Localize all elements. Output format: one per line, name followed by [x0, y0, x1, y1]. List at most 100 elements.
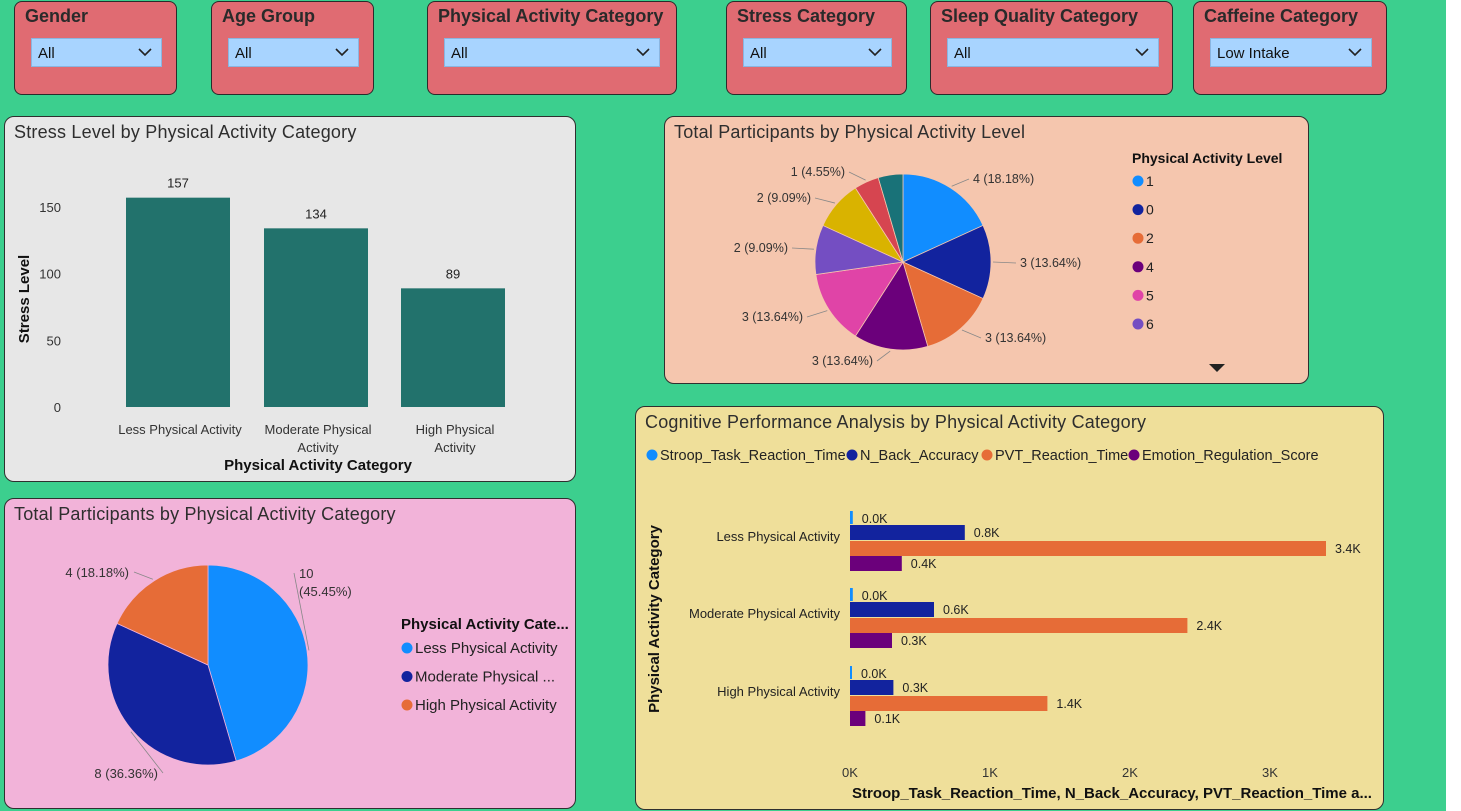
leader-line [992, 261, 1017, 264]
cognitive-chart-panel[interactable]: Cognitive Performance Analysis by Physic… [635, 406, 1384, 810]
window-edge [1446, 0, 1461, 811]
stress-level-chart: 0 50 100 150 157 Less Physical Activity 134 Mod… [16, 176, 505, 474]
pie-data-label: 2 (9.09%) [734, 241, 788, 255]
stress-level-chart-panel[interactable]: Stress Level by Physical Activity Catego… [4, 116, 576, 482]
x-axis-title: Stroop_Task_Reaction_Time, N_Back_Accura… [852, 785, 1372, 802]
legend-label: Emotion_Regulation_Score [1142, 448, 1319, 464]
pie-data-label: 10 [299, 566, 313, 581]
legend-marker [401, 699, 413, 711]
bar-data-label: 3.4K [1335, 542, 1361, 556]
caffeine-category-dropdown[interactable]: Low Intake [1210, 38, 1372, 67]
bar-data-label: 0.1K [874, 712, 900, 726]
bar [850, 618, 1188, 633]
bar-data-label: 89 [446, 266, 460, 281]
gender-dropdown-value: All [38, 45, 55, 62]
x-tick-label: Activity [297, 440, 339, 455]
activity-level-pie-chart: 4 (18.18%) 3 (13.64%) 3 (13.64%) 3 (13.64%)… [734, 150, 1282, 372]
caffeine-category-slicer-title: Caffeine Category [1204, 6, 1359, 26]
legend-label: Stroop_Task_Reaction_Time [660, 448, 846, 464]
bar [850, 602, 934, 617]
y-axis-title: Stress Level [16, 255, 33, 343]
bar-data-label: 0.3K [902, 681, 928, 695]
bar [126, 197, 230, 407]
bar-data-label: 0.6K [943, 603, 969, 617]
leader-line [791, 247, 814, 250]
bar-data-label: 0.4K [911, 557, 937, 571]
legend-marker [981, 449, 993, 461]
gender-slicer-title: Gender [25, 6, 89, 26]
y-tick-label: 100 [39, 267, 61, 282]
legend-label: PVT_Reaction_Time [995, 448, 1128, 464]
sleep-quality-slicer: Sleep Quality Category All [930, 1, 1173, 95]
legend-label: 2 [1146, 230, 1154, 246]
y-tick-label: Moderate Physical Activity [689, 606, 841, 621]
pie-data-label: (45.45%) [299, 584, 352, 599]
legend-marker [401, 642, 413, 654]
legend-label: 1 [1146, 173, 1154, 189]
pie-data-label: 3 (13.64%) [985, 331, 1046, 345]
legend-marker [646, 449, 658, 461]
leader-line [848, 171, 866, 181]
leader-line [876, 350, 891, 362]
caffeine-category-dropdown-value: Low Intake [1217, 45, 1290, 62]
legend-marker [846, 449, 858, 461]
sleep-quality-dropdown[interactable]: All [947, 38, 1159, 67]
legend-label: Moderate Physical ... [415, 669, 555, 686]
age-group-dropdown[interactable]: All [228, 38, 359, 67]
more-legend-icon [1209, 364, 1225, 372]
bar [850, 633, 892, 648]
x-tick-label: Moderate Physical [265, 422, 372, 437]
pie-data-label: 8 (36.36%) [94, 766, 158, 781]
y-tick-label: 0 [54, 400, 61, 415]
gender-slicer: Gender All [14, 1, 177, 95]
sleep-quality-slicer-title: Sleep Quality Category [941, 6, 1139, 26]
age-group-slicer: Age Group All [211, 1, 374, 95]
x-axis-title: Physical Activity Category [224, 457, 413, 474]
x-tick-label: 0K [842, 765, 858, 780]
bar [401, 288, 505, 407]
bar-data-label: 0.8K [974, 526, 1000, 540]
activity-category-pie-panel[interactable]: Total Participants by Physical Activity … [4, 498, 576, 809]
stress-category-slicer-title: Stress Category [737, 6, 876, 26]
bar [850, 556, 902, 571]
leader-line [133, 571, 153, 580]
bar-data-label: 157 [167, 176, 189, 191]
bar-data-label: 0.0K [862, 512, 888, 526]
pie-data-label: 3 (13.64%) [1020, 256, 1081, 270]
y-tick-label: 50 [47, 333, 61, 348]
x-tick-label: Activity [434, 440, 476, 455]
activity-category-slicer: Physical Activity Category All [427, 1, 677, 95]
bar-data-label: 134 [305, 206, 327, 221]
x-tick-label: 2K [1122, 765, 1138, 780]
pie-data-label: 3 (13.64%) [742, 310, 803, 324]
y-tick-label: 150 [39, 200, 61, 215]
activity-category-dropdown[interactable]: All [444, 38, 660, 67]
cognitive-chart: Stroop_Task_Reaction_Time N_Back_Accuracy… [646, 448, 1372, 802]
x-tick-label: High Physical [416, 422, 495, 437]
bar [850, 680, 894, 695]
activity-category-pie-chart: 10 (45.45%) 8 (36.36%) 4 (18.18%) Physical A… [65, 564, 569, 781]
chevron-down-icon [335, 48, 349, 57]
gender-dropdown[interactable]: All [31, 38, 162, 67]
activity-level-pie-panel[interactable]: Total Participants by Physical Activity … [664, 116, 1309, 384]
legend-label: 6 [1146, 316, 1154, 332]
activity-category-slicer-title: Physical Activity Category [438, 6, 664, 26]
bar-data-label: 0.0K [862, 589, 888, 603]
stress-category-dropdown-value: All [750, 45, 767, 62]
legend-label: Less Physical Activity [415, 640, 558, 657]
pie-data-label: 4 (18.18%) [973, 172, 1034, 186]
stress-category-dropdown[interactable]: All [743, 38, 892, 67]
leader-line [814, 197, 836, 204]
bar [850, 666, 852, 679]
age-group-dropdown-value: All [235, 45, 252, 62]
bar [850, 588, 853, 601]
legend-marker [401, 671, 413, 682]
bar-data-label: 0.3K [901, 634, 927, 648]
leader-line [951, 178, 970, 187]
legend-label: 0 [1146, 202, 1154, 218]
legend-label: High Physical Activity [415, 697, 557, 714]
leader-line [961, 329, 982, 339]
chevron-down-icon [1135, 48, 1149, 57]
sleep-quality-dropdown-value: All [954, 45, 971, 62]
legend-marker [1132, 261, 1144, 273]
